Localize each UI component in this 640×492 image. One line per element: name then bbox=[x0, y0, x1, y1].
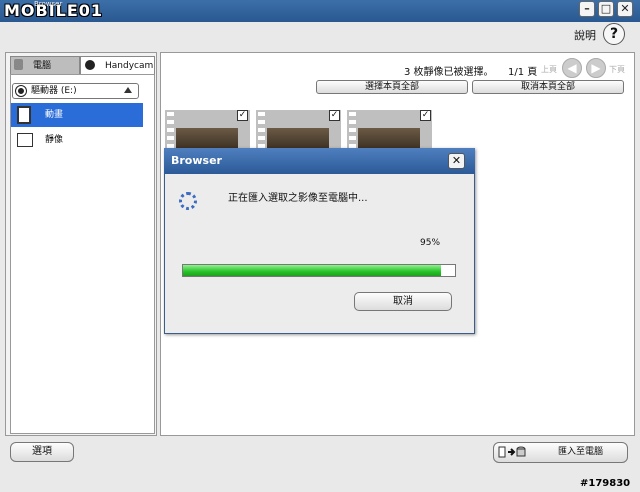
next-page-label: 下頁 bbox=[609, 65, 625, 74]
deselect-all-button[interactable]: 取消本頁全部 bbox=[472, 80, 624, 94]
prev-arrow-icon[interactable]: ◀ bbox=[562, 58, 582, 78]
drive-select[interactable]: 驅動器 (E:) bbox=[12, 83, 139, 99]
dropdown-arrow-icon[interactable] bbox=[124, 87, 132, 93]
thumbnail-checkbox[interactable]: ✓ bbox=[237, 110, 248, 121]
thumbnail-checkbox[interactable]: ✓ bbox=[420, 110, 431, 121]
computer-icon bbox=[14, 59, 23, 70]
app-logo-subtitle: Browser bbox=[34, 0, 63, 8]
help-icon[interactable]: ? bbox=[603, 23, 625, 45]
film-strip-decoration bbox=[258, 112, 265, 152]
import-to-pc-icon bbox=[498, 446, 526, 458]
camera-disc-icon bbox=[85, 60, 95, 70]
thumbnail-image bbox=[358, 128, 420, 150]
progress-percent: 95% bbox=[420, 238, 441, 248]
progress-bar-fill bbox=[183, 265, 441, 276]
close-window-button[interactable]: ✕ bbox=[617, 1, 633, 17]
disc-icon bbox=[16, 86, 26, 96]
dialog-close-icon[interactable]: ✕ bbox=[448, 153, 465, 169]
thumbnail-image bbox=[176, 128, 238, 150]
dialog-title: Browser bbox=[171, 154, 222, 167]
page-indicator: 1/1 頁 bbox=[508, 67, 538, 78]
next-arrow-icon[interactable]: ▶ bbox=[586, 58, 606, 78]
prev-page-label: 上頁 bbox=[541, 65, 557, 74]
cancel-button[interactable]: 取消 bbox=[354, 292, 452, 311]
minimize-button[interactable]: – bbox=[579, 1, 595, 17]
watermark: #179830 bbox=[580, 478, 631, 489]
photo-icon bbox=[17, 133, 33, 147]
tab-content bbox=[10, 74, 155, 434]
thumbnail-image bbox=[267, 128, 329, 150]
film-icon bbox=[17, 106, 31, 124]
selection-status: 3 枚靜像已被選擇。 bbox=[404, 67, 494, 78]
dialog-message: 正在匯入選取之影像至電腦中... bbox=[228, 193, 368, 204]
options-button[interactable]: 選項 bbox=[10, 442, 74, 462]
film-strip-decoration bbox=[349, 112, 356, 152]
film-strip-decoration bbox=[167, 112, 174, 152]
thumbnail-checkbox[interactable]: ✓ bbox=[329, 110, 340, 121]
maximize-button[interactable]: □ bbox=[598, 1, 614, 17]
help-label[interactable]: 說明 bbox=[574, 27, 596, 43]
loading-spinner-icon bbox=[179, 192, 197, 210]
select-all-button[interactable]: 選擇本頁全部 bbox=[316, 80, 468, 94]
